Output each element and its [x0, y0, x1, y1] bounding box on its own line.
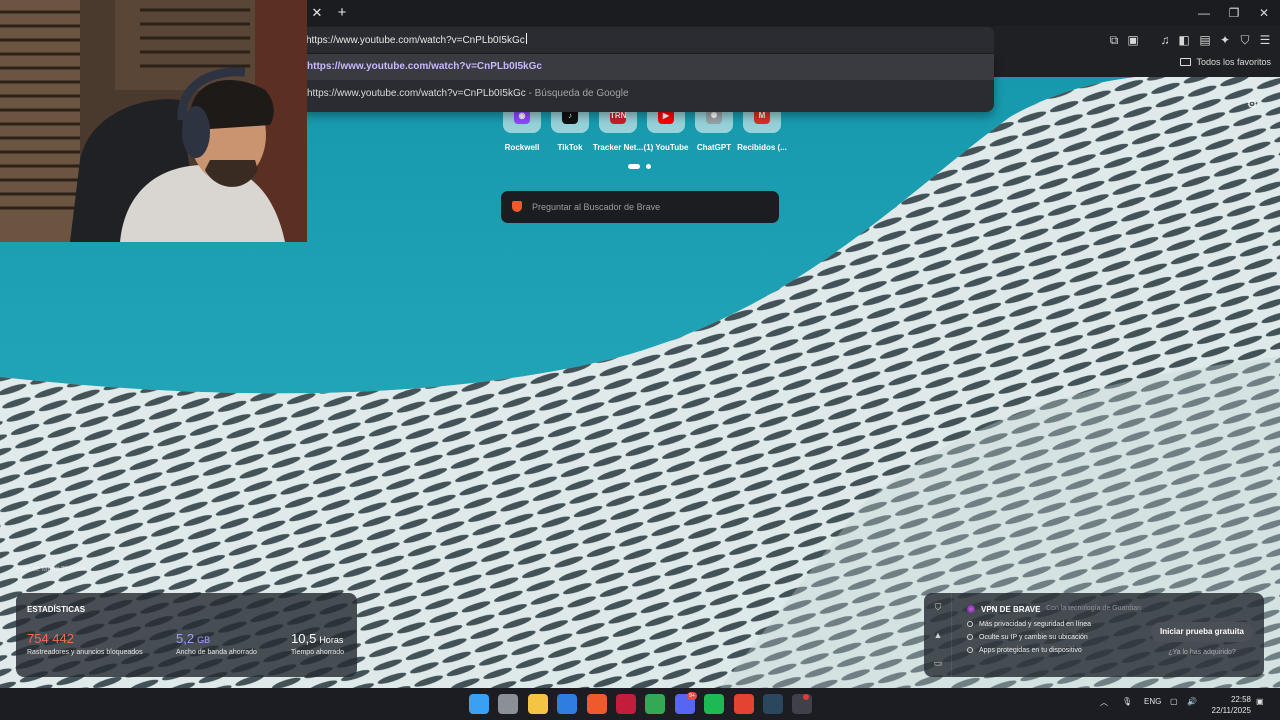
- suggestion-url[interactable]: https://www.youtube.com/watch?v=CnPLb0I5…: [300, 54, 994, 80]
- stat-value: 754 442: [27, 631, 143, 646]
- stat-unit: Horas: [319, 635, 344, 645]
- check-icon: [967, 647, 973, 653]
- address-input[interactable]: https://www.youtube.com/watch?v=CnPLb0I5…: [306, 33, 527, 46]
- stat-time: 10,5 Horas Tiempo ahorrado: [291, 631, 344, 656]
- file-explorer-icon[interactable]: [528, 694, 548, 714]
- tab-close-icon[interactable]: ✕: [306, 4, 328, 22]
- all-bookmarks-label: Todos los favoritos: [1196, 57, 1271, 67]
- vpn-card: ⛉ ▲ ▭ VPN DE BRAVE Con la tecnología de …: [924, 593, 1264, 677]
- vpn-feature: Oculte su IP y cambie su ubicación: [967, 634, 1088, 641]
- new-tab-button[interactable]: +: [332, 4, 352, 22]
- omnibox-suggestions: https://www.youtube.com/watch?v=CnPLb0I5…: [300, 54, 994, 112]
- suggestion-text: https://www.youtube.com/watch?v=CnPLb0I5…: [307, 88, 526, 99]
- check-icon: [967, 621, 973, 627]
- top-site-label: Recibidos (...: [737, 143, 787, 152]
- top-sites: ◉ Rockwell ♪ TikTok TRN Tracker Net... ▶ (1) Yo…: [498, 105, 788, 155]
- vpn-powered-by: Con la tecnología de Guardian: [1046, 605, 1141, 612]
- clock-date: 22/11/2025: [1211, 706, 1251, 715]
- obs-badge: [803, 694, 809, 700]
- stat-number: 754 442: [27, 631, 74, 646]
- suggestion-suffix: - Búsqueda de Google: [525, 88, 629, 99]
- stat-number: 10,5: [291, 631, 317, 646]
- stat-label: Tiempo ahorrado: [291, 649, 345, 656]
- already-purchased-link[interactable]: ¿Ya lo has adquirido?: [1151, 649, 1253, 656]
- suggestion-search[interactable]: https://www.youtube.com/watch?v=CnPLb0I5…: [300, 81, 994, 107]
- suggestion-text: https://www.youtube.com/watch?v=CnPLb0I5…: [307, 61, 542, 72]
- windows-start-icon[interactable]: [469, 694, 489, 714]
- show-hidden-icons[interactable]: ︿: [1100, 697, 1108, 708]
- language-indicator[interactable]: ENG: [1144, 697, 1161, 706]
- shield-widget-icon[interactable]: ⛉: [933, 602, 943, 612]
- text-caret: [525, 33, 527, 44]
- taskbar: [0, 688, 1280, 720]
- photo-credit[interactable]: Foto de Meritt Thomas: [16, 566, 86, 573]
- gear-icon[interactable]: ⚙: [1245, 97, 1259, 111]
- sidebar-icon[interactable]: ◧: [1175, 31, 1193, 49]
- wallet-icon[interactable]: ▤: [1196, 31, 1214, 49]
- microphone-icon[interactable]: 🎙: [1122, 697, 1132, 706]
- store-icon[interactable]: [557, 694, 577, 714]
- extensions-icon[interactable]: ⧉: [1105, 31, 1123, 49]
- vpn-feature: Más privacidad y seguridad en línea: [967, 621, 1091, 628]
- opera-icon[interactable]: [616, 694, 636, 714]
- stat-number: 5,2: [176, 631, 195, 646]
- top-site-tile[interactable]: M Recibidos (...: [737, 105, 787, 155]
- address-text: https://www.youtube.com/watch?v=CnPLb0I5…: [306, 35, 525, 46]
- screenshot-icon[interactable]: ▣: [1124, 31, 1142, 49]
- page-dot[interactable]: [646, 164, 652, 169]
- leo-icon[interactable]: ✦: [1216, 31, 1234, 49]
- media-icon[interactable]: ♫: [1156, 31, 1174, 49]
- network-icon[interactable]: ▢: [1170, 697, 1178, 706]
- widget-switcher: ⛉ ▲ ▭: [924, 593, 952, 677]
- vpn-feature-text: Oculte su IP y cambie su ubicación: [979, 634, 1088, 641]
- start-trial-button[interactable]: Iniciar prueba gratuita: [1151, 622, 1253, 642]
- maximize-button[interactable]: ❐: [1221, 4, 1247, 22]
- spotify-icon[interactable]: [704, 694, 724, 714]
- page-dot-active[interactable]: [628, 164, 640, 169]
- task-view-icon[interactable]: [498, 694, 518, 714]
- vpn-feature-text: Apps protegidas en tu dispositivo: [979, 647, 1082, 654]
- clock-time: 22:58: [1230, 695, 1251, 704]
- volume-icon[interactable]: 🔊: [1187, 697, 1197, 706]
- stats-title: ESTADÍSTICAS: [27, 605, 86, 614]
- todoist-icon[interactable]: [734, 694, 754, 714]
- all-bookmarks-button[interactable]: Todos los favoritos: [1180, 57, 1271, 67]
- menu-icon[interactable]: ☰: [1256, 31, 1274, 49]
- webcam-overlay: [0, 0, 307, 242]
- camera-widget-icon[interactable]: ▭: [933, 658, 943, 668]
- check-icon: [967, 634, 973, 640]
- chrome-icon[interactable]: [645, 694, 665, 714]
- notification-icon[interactable]: ▣: [1256, 697, 1264, 706]
- search-placeholder: Preguntar al Buscador de Brave: [532, 202, 661, 212]
- stat-trackers: 754 442 Rastreadores y anuncios bloquead…: [27, 631, 143, 656]
- clock[interactable]: 22:58 22/11/2025: [1212, 694, 1251, 716]
- stat-bandwidth: 5,2 GB Ancho de banda ahorrado: [176, 631, 257, 656]
- brave-icon[interactable]: [587, 694, 607, 714]
- vpn-title: VPN DE BRAVE: [981, 605, 1041, 614]
- close-window-button[interactable]: ✕: [1251, 4, 1277, 22]
- vpn-feature-text: Más privacidad y seguridad en línea: [979, 621, 1092, 628]
- steam-icon[interactable]: [763, 694, 783, 714]
- discord-badge: 9+: [687, 692, 697, 700]
- search-box[interactable]: Preguntar al Buscador de Brave: [501, 191, 779, 223]
- stats-card: ESTADÍSTICAS 754 442 Rastreadores y anun…: [16, 593, 357, 677]
- obs-icon[interactable]: [792, 694, 812, 714]
- stat-label: Rastreadores y anuncios bloqueados: [27, 649, 143, 656]
- pagination-dots: [628, 164, 652, 170]
- webcam-image: [0, 0, 307, 242]
- brave-search-icon: [512, 201, 522, 212]
- alert-widget-icon[interactable]: ▲: [933, 630, 943, 640]
- stat-unit: GB: [197, 635, 211, 645]
- vpn-logo-icon: [967, 605, 975, 613]
- minimize-button[interactable]: —: [1191, 4, 1217, 22]
- stat-label: Ancho de banda ahorrado: [176, 649, 257, 656]
- folder-icon: [1180, 58, 1192, 66]
- vpn-feature: Apps protegidas en tu dispositivo: [967, 647, 1082, 654]
- shield-icon[interactable]: ⛉: [1236, 31, 1254, 49]
